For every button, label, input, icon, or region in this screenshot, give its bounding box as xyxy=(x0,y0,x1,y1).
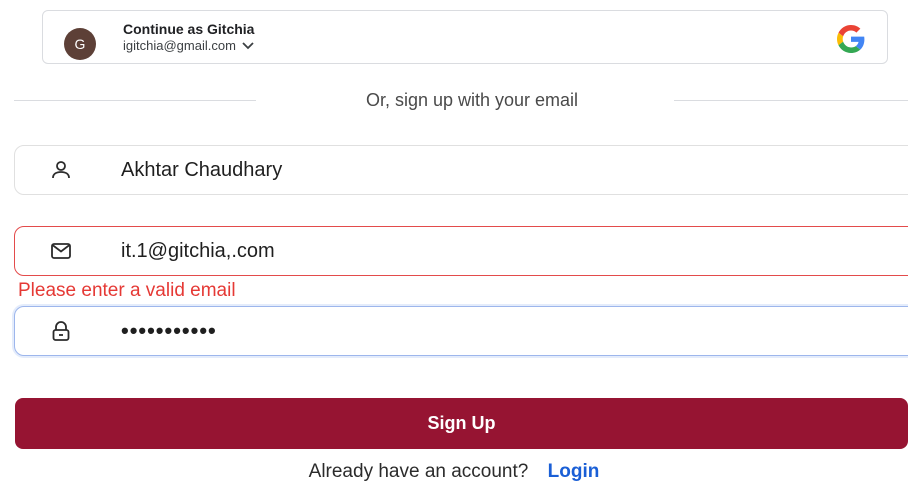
email-field[interactable]: it.1@gitchia,.com xyxy=(14,226,908,276)
divider-line-right xyxy=(674,100,908,101)
email-value: it.1@gitchia,.com xyxy=(121,240,275,262)
google-icon xyxy=(837,25,865,53)
avatar-initial: G xyxy=(74,36,86,52)
name-field[interactable]: Akhtar Chaudhary xyxy=(14,145,908,195)
sign-up-button[interactable]: Sign Up xyxy=(15,398,908,449)
chevron-down-icon[interactable] xyxy=(240,40,256,52)
avatar: G xyxy=(64,28,96,60)
login-prompt: Already have an account? Login xyxy=(0,460,908,483)
email-error-message: Please enter a valid email xyxy=(18,280,236,301)
divider-line-left xyxy=(14,100,256,101)
user-icon xyxy=(49,158,73,182)
google-account-email: igitchia@gmail.com xyxy=(123,38,236,53)
google-account-info: Continue as Gitchia igitchia@gmail.com xyxy=(123,21,256,54)
lock-icon xyxy=(49,319,73,343)
name-value: Akhtar Chaudhary xyxy=(121,159,283,181)
google-continue-title: Continue as Gitchia xyxy=(123,21,255,37)
divider: Or, sign up with your email xyxy=(14,88,908,112)
password-field[interactable]: ••••••••••• xyxy=(14,306,908,356)
mail-icon xyxy=(49,239,73,263)
divider-text: Or, sign up with your email xyxy=(365,90,579,110)
signup-page: G Continue as Gitchia igitchia@gmail.com… xyxy=(0,0,908,483)
continue-with-google-button[interactable]: G Continue as Gitchia igitchia@gmail.com xyxy=(42,10,888,64)
login-prompt-text: Already have an account? xyxy=(308,461,529,482)
password-value: ••••••••••• xyxy=(121,318,217,343)
google-account-selector[interactable]: igitchia@gmail.com xyxy=(123,38,256,54)
login-link[interactable]: Login xyxy=(548,461,600,482)
